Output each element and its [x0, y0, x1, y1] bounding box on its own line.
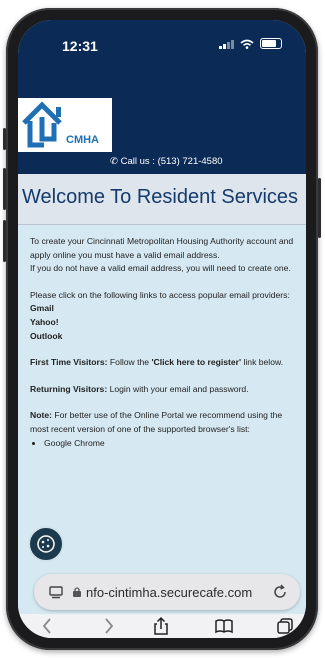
links-intro: Please click on the following links to a…	[30, 289, 290, 300]
house-logo-icon	[22, 101, 62, 148]
first-time-label: First Time Visitors:	[30, 357, 108, 368]
phone-icon: ✆	[110, 156, 118, 167]
intro-paragraph-1: To create your Cincinnati Metropolitan H…	[30, 236, 294, 260]
first-time-text-2: link below.	[241, 357, 284, 368]
cmha-logo[interactable]: CMHA	[18, 98, 112, 152]
status-icons	[219, 38, 282, 49]
browser-toolbar	[18, 614, 306, 638]
status-time: 12:31	[62, 38, 98, 54]
volume-down-button	[3, 220, 6, 262]
returning-visitors-paragraph: Returning Visitors: Login with your emai…	[30, 383, 296, 397]
lock-icon	[73, 587, 81, 597]
phone-frame: 12:31 CMHA ✆ Call us: (513) 721-4580 We…	[3, 8, 321, 650]
cookie-icon	[37, 535, 55, 553]
page-title: Welcome To Resident Services	[22, 186, 299, 208]
gmail-link[interactable]: Gmail	[30, 302, 296, 316]
browser-list-item: Google Chrome	[44, 437, 296, 451]
first-time-visitors-paragraph: First Time Visitors: Follow the 'Click h…	[30, 356, 296, 370]
intro-paragraph-2: If you do not have a valid email address…	[30, 263, 291, 274]
outlook-link[interactable]: Outlook	[30, 330, 296, 344]
wifi-icon	[240, 39, 254, 49]
address-bar[interactable]: nfo-cintimha.securecafe.com	[34, 574, 300, 610]
back-icon[interactable]	[40, 616, 54, 636]
register-link[interactable]: 'Click here to register'	[151, 357, 241, 367]
battery-icon	[260, 38, 282, 49]
volume-up-button	[3, 168, 6, 210]
returning-label: Returning Visitors:	[30, 383, 108, 394]
welcome-bar: Welcome To Resident Services	[18, 174, 306, 225]
page-menu-icon[interactable]	[48, 584, 64, 600]
note-label: Note:	[30, 410, 52, 421]
url-text: nfo-cintimha.securecafe.com	[86, 585, 253, 600]
site-header: CMHA ✆ Call us : (513) 721-4580	[18, 66, 306, 174]
forward-icon[interactable]	[102, 616, 116, 636]
bookmarks-icon[interactable]	[214, 616, 234, 636]
reload-icon[interactable]	[272, 584, 288, 600]
note-paragraph: Note: For better use of the Online Porta…	[30, 409, 296, 436]
call-us-link[interactable]: ✆ Call us : (513) 721-4580	[110, 156, 223, 167]
yahoo-link[interactable]: Yahoo!	[30, 316, 296, 330]
mute-switch	[3, 128, 6, 150]
screen: 12:31 CMHA ✆ Call us: (513) 721-4580 We…	[18, 20, 306, 638]
call-us-text: Call us : (513) 721-4580	[120, 156, 223, 167]
note-text: For better use of the Online Portal we r…	[30, 410, 283, 434]
tabs-icon[interactable]	[276, 616, 294, 636]
share-icon[interactable]	[152, 616, 170, 636]
body-text: To create your Cincinnati Metropolitan H…	[30, 235, 296, 450]
browser-list: Google Chrome	[30, 437, 296, 451]
returning-text: Login with your email and password.	[107, 383, 249, 394]
signal-icon	[219, 39, 234, 49]
logo-text: CMHA	[66, 134, 99, 146]
power-button	[318, 178, 321, 238]
status-bar: 12:31	[18, 20, 306, 66]
first-time-text-1: Follow the	[107, 357, 152, 368]
accessibility-button[interactable]	[28, 526, 64, 562]
